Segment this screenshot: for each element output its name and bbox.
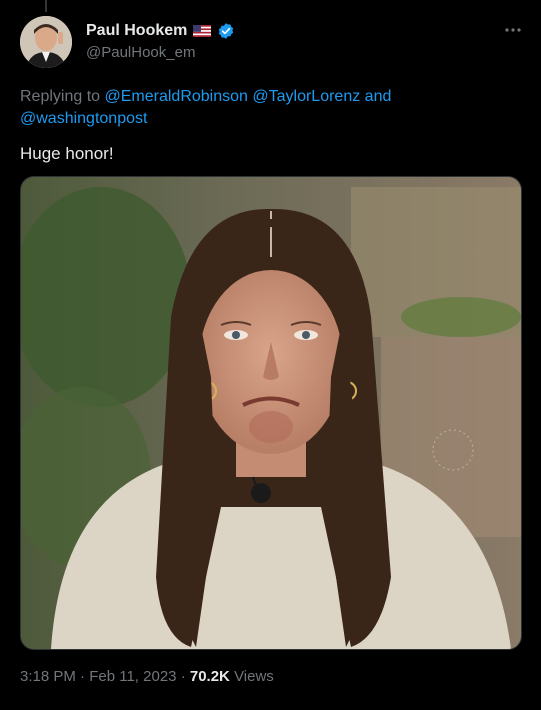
author-display-name[interactable]: Paul Hookem <box>86 22 187 40</box>
verified-badge-icon <box>219 23 234 39</box>
views-label: Views <box>234 668 274 685</box>
replying-to-line: Replying to @EmeraldRobinson @TaylorLore… <box>20 86 520 130</box>
mention-link[interactable]: @TaylorLorenz <box>252 88 360 105</box>
meta-separator: · <box>180 668 186 685</box>
tweet-media-image[interactable] <box>20 176 522 650</box>
mention-conjunction[interactable]: and <box>365 88 392 105</box>
mention-link[interactable]: @washingtonpost <box>20 110 147 127</box>
tweet-date[interactable]: Feb 11, 2023 <box>89 668 176 685</box>
thread-connector-line <box>45 0 47 12</box>
replying-to-label: Replying to <box>20 88 101 105</box>
meta-separator: · <box>80 668 86 685</box>
us-flag-icon <box>193 25 212 37</box>
tweet-time[interactable]: 3:18 PM <box>20 668 76 685</box>
tweet-metadata: 3:18 PM · Feb 11, 2023 · 70.2K Views <box>20 668 274 685</box>
author-handle[interactable]: @PaulHook_em <box>86 44 195 61</box>
tweet-text: Huge honor! <box>20 144 114 163</box>
author-name-row: Paul Hookem <box>86 22 235 40</box>
avatar[interactable] <box>20 16 72 68</box>
mention-link[interactable]: @EmeraldRobinson <box>105 88 248 105</box>
views-count[interactable]: 70.2K <box>190 668 230 685</box>
tweet-header: Paul Hookem @PaulHook_em <box>20 14 523 70</box>
more-options-icon[interactable] <box>503 20 523 40</box>
